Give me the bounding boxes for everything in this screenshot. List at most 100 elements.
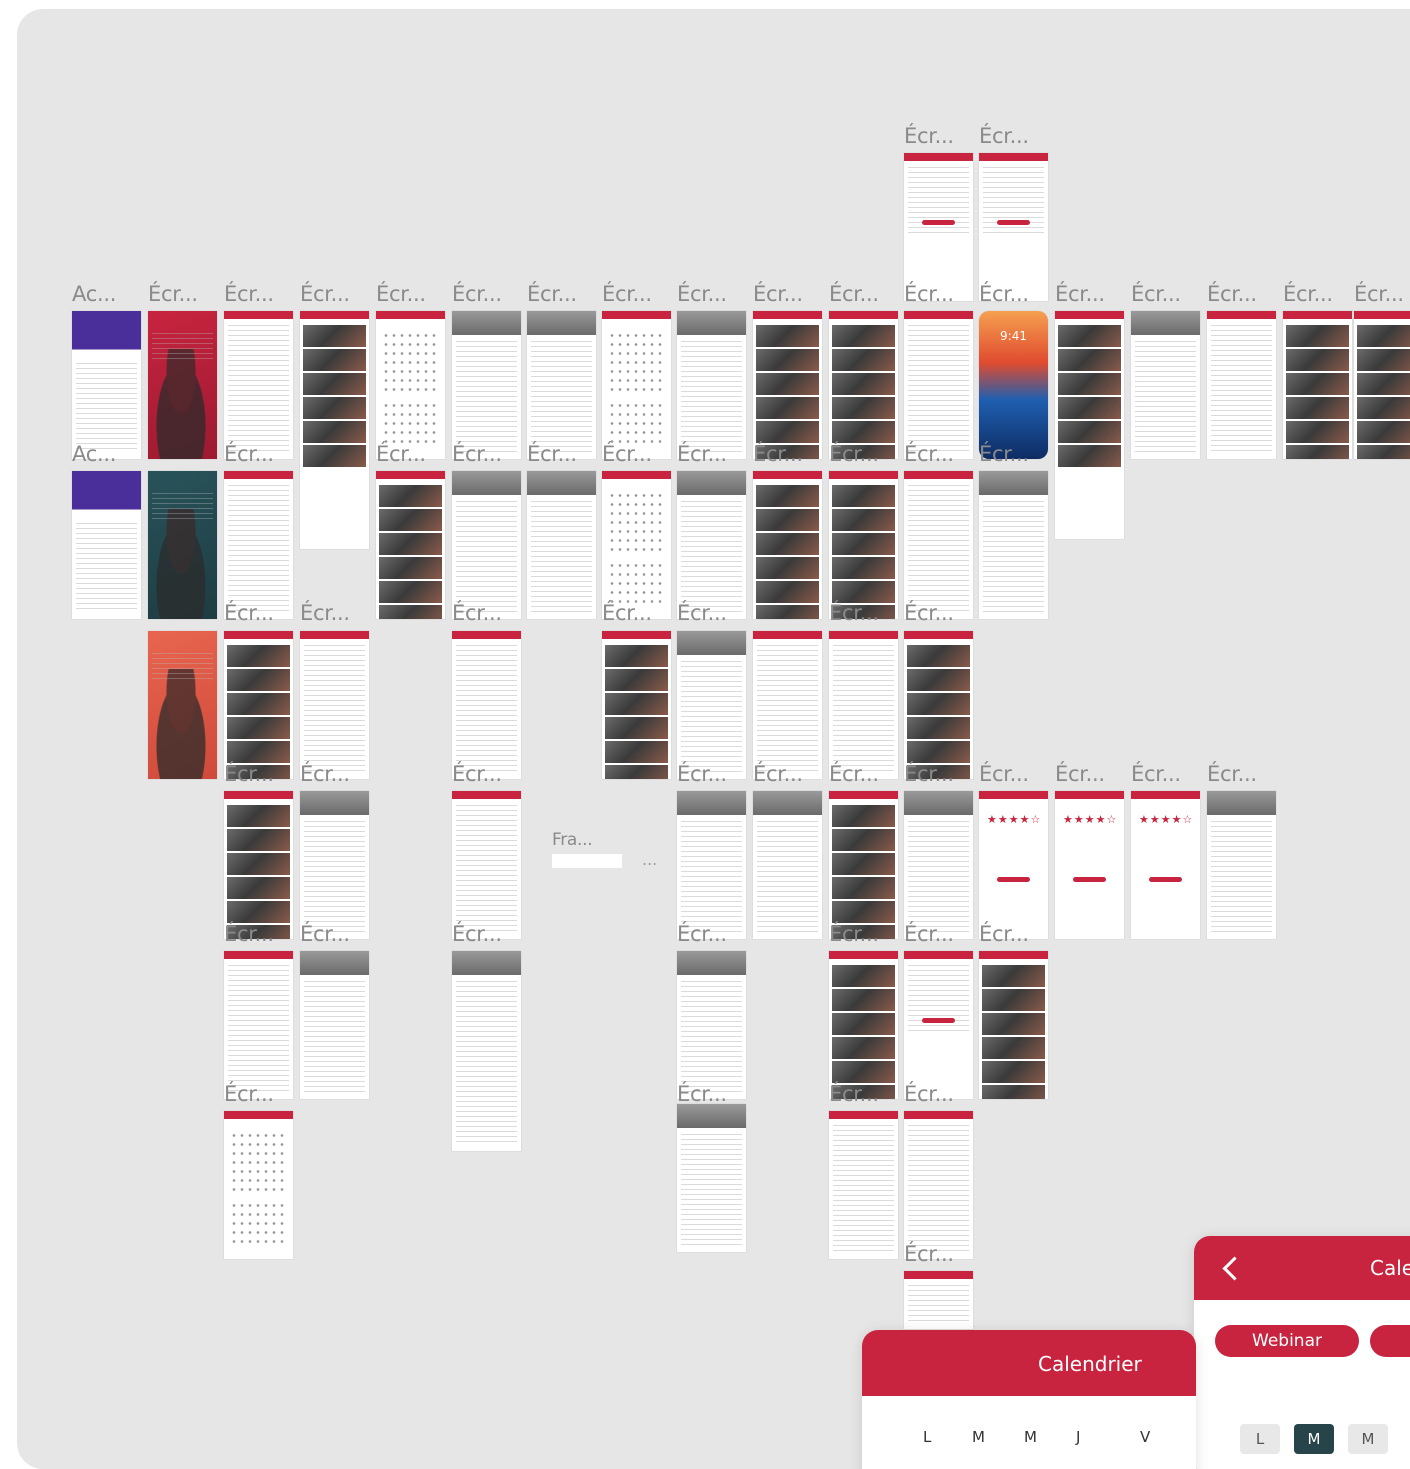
frame-label[interactable]: Écr... (224, 282, 274, 306)
frame-label[interactable]: Écr... (224, 601, 274, 625)
screen-frame[interactable] (452, 791, 521, 939)
filter-button[interactable] (1370, 1325, 1410, 1357)
screen-frame[interactable] (904, 1111, 973, 1259)
screen-frame[interactable] (300, 311, 369, 549)
screen-frame[interactable] (829, 311, 898, 459)
frame-label[interactable]: Écr... (452, 442, 502, 466)
frame-label[interactable]: Écr... (979, 922, 1029, 946)
screen-frame[interactable] (677, 951, 746, 1099)
frame-label[interactable]: Écr... (452, 922, 502, 946)
frame-label[interactable]: Écr... (224, 762, 274, 786)
screen-frame[interactable] (602, 311, 671, 459)
screen-frame[interactable] (72, 311, 141, 459)
screen-frame[interactable]: ★★★★☆ (1055, 791, 1124, 939)
screen-frame[interactable] (753, 311, 822, 459)
frame-label[interactable]: Écr... (300, 282, 350, 306)
screen-frame[interactable] (904, 631, 973, 779)
screen-frame[interactable] (602, 631, 671, 779)
screen-frame[interactable] (300, 631, 369, 779)
frame-label[interactable]: Écr... (829, 762, 879, 786)
frame-label[interactable]: Ac... (72, 442, 116, 466)
screen-frame[interactable] (677, 1104, 746, 1252)
frame-label[interactable]: Écr... (376, 282, 426, 306)
frame-label[interactable]: Écr... (1283, 282, 1333, 306)
frame-label[interactable]: Écr... (1055, 282, 1105, 306)
screen-frame[interactable] (376, 471, 445, 619)
frame-label[interactable]: Écr... (829, 282, 879, 306)
frame-label[interactable]: Écr... (904, 124, 954, 148)
frame-label[interactable]: Écr... (300, 922, 350, 946)
screen-frame[interactable] (1055, 311, 1124, 539)
screen-frame[interactable] (979, 471, 1048, 619)
screen-frame[interactable] (148, 631, 217, 779)
frame-label[interactable]: Écr... (1354, 282, 1404, 306)
screen-frame[interactable] (224, 1111, 293, 1259)
frame-label[interactable]: Écr... (677, 282, 727, 306)
screen-frame[interactable] (224, 471, 293, 619)
screen-frame[interactable] (904, 311, 973, 459)
frame-label[interactable]: Écr... (677, 1082, 727, 1106)
frame-label[interactable]: Écr... (452, 762, 502, 786)
screen-frame[interactable] (376, 311, 445, 459)
screen-frame[interactable] (224, 791, 293, 939)
screen-frame[interactable] (753, 631, 822, 779)
frame-label[interactable]: Écr... (148, 282, 198, 306)
screen-frame[interactable]: 9:41 (979, 311, 1048, 459)
frame-label[interactable]: Écr... (979, 124, 1029, 148)
frame-label[interactable]: Écr... (1207, 282, 1257, 306)
screen-frame[interactable] (829, 471, 898, 619)
frame-label[interactable]: Écr... (452, 282, 502, 306)
calendar-day-cell[interactable]: M (1294, 1424, 1334, 1454)
screen-frame[interactable]: ★★★★☆ (1131, 791, 1200, 939)
screen-frame[interactable] (904, 791, 973, 939)
frame-label[interactable]: Écr... (224, 442, 274, 466)
more-menu-icon[interactable]: ... (642, 850, 657, 869)
design-canvas[interactable]: Écr... Écr... Ac... Écr... Écr... Écr... Écr..… (17, 9, 1410, 1469)
frame-label[interactable]: Écr... (300, 762, 350, 786)
frame-label[interactable]: Écr... (829, 442, 879, 466)
frame-label[interactable]: Écr... (677, 922, 727, 946)
screen-frame[interactable] (148, 471, 217, 619)
frame-label[interactable]: Écr... (527, 282, 577, 306)
frame-label[interactable]: Écr... (829, 922, 879, 946)
screen-frame[interactable] (1131, 311, 1200, 459)
frame-label[interactable]: Écr... (904, 442, 954, 466)
screen-frame[interactable] (753, 471, 822, 619)
screen-frame[interactable] (452, 631, 521, 779)
frame-label[interactable]: Écr... (224, 922, 274, 946)
frame-label[interactable]: Écr... (829, 601, 879, 625)
frame-label[interactable]: Écr... (677, 601, 727, 625)
frame-label[interactable]: Écr... (979, 442, 1029, 466)
screen-frame[interactable] (602, 471, 671, 619)
frame-label[interactable]: Écr... (1055, 762, 1105, 786)
frame-label[interactable]: Fra... (552, 828, 593, 852)
screen-frame[interactable] (677, 631, 746, 779)
frame-label[interactable]: Écr... (300, 601, 350, 625)
screen-frame[interactable] (1354, 311, 1410, 459)
frame-label[interactable]: Écr... (829, 1082, 879, 1106)
screen-frame[interactable] (224, 311, 293, 459)
screen-frame[interactable] (224, 951, 293, 1099)
screen-frame[interactable] (527, 311, 596, 459)
screen-frame[interactable] (1207, 791, 1276, 939)
frame-label[interactable]: Écr... (602, 442, 652, 466)
frame-label[interactable]: Écr... (904, 922, 954, 946)
screen-frame[interactable] (677, 311, 746, 459)
screen-frame[interactable] (829, 951, 898, 1099)
screen-frame[interactable] (300, 951, 369, 1099)
screen-frame[interactable] (979, 153, 1048, 301)
frame-label[interactable]: Écr... (904, 282, 954, 306)
frame-toolbar[interactable] (552, 854, 622, 868)
screen-frame[interactable] (979, 951, 1048, 1099)
frame-label[interactable]: Écr... (376, 442, 426, 466)
frame-label[interactable]: Écr... (1131, 762, 1181, 786)
screen-frame[interactable] (300, 791, 369, 939)
frame-label[interactable]: Écr... (602, 601, 652, 625)
frame-label[interactable]: Écr... (1207, 762, 1257, 786)
frame-label[interactable]: Écr... (677, 762, 727, 786)
frame-label[interactable]: Écr... (452, 601, 502, 625)
screen-frame[interactable]: ★★★★☆ (979, 791, 1048, 939)
screen-frame[interactable] (829, 1111, 898, 1259)
calendar-day-cell[interactable]: M (1348, 1424, 1388, 1454)
frame-label[interactable]: Écr... (602, 282, 652, 306)
